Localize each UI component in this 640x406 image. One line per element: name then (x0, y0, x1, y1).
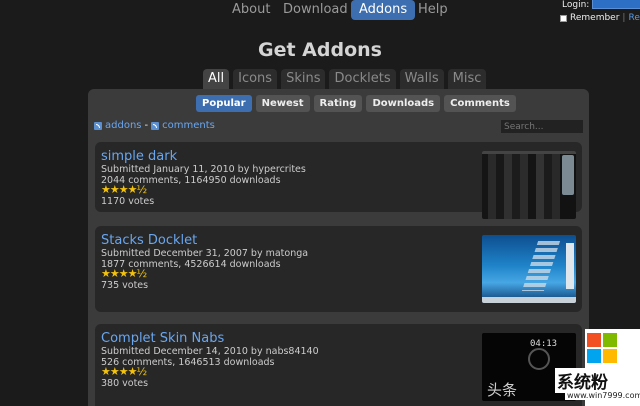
rating-stars: ★★★★½ (101, 267, 147, 280)
thumbnail-clock: 04:13 (530, 339, 558, 349)
addon-thumbnail[interactable] (482, 151, 576, 219)
thumbnail-dock (562, 155, 574, 195)
remember-row: Remember | Reg (560, 13, 640, 23)
addon-votes: 380 votes (101, 378, 149, 389)
addons-feed-link[interactable]: addons (105, 120, 142, 131)
thumbnail-sidebar (566, 243, 574, 289)
addon-title[interactable]: Complet Skin Nabs (101, 331, 224, 346)
addon-thumbnail[interactable] (482, 235, 576, 303)
thumbnail-ring (528, 348, 550, 370)
addon-votes: 735 votes (101, 280, 149, 291)
feed-separator: - (144, 120, 149, 131)
addon-card: Complet Skin Nabs Submitted December 14,… (95, 324, 582, 406)
nav-download[interactable]: Download (283, 0, 348, 20)
addon-title[interactable]: Stacks Docklet (101, 233, 197, 248)
thumbnail-taskbar (482, 297, 576, 303)
addon-title[interactable]: simple dark (101, 149, 177, 164)
thumbnail-stack-icons (521, 241, 561, 291)
sort-downloads[interactable]: Downloads (366, 95, 441, 112)
sort-newest[interactable]: Newest (255, 95, 310, 112)
rating-stars: ★★★★½ (101, 365, 147, 378)
rating-stars: ★★★★½ (101, 183, 147, 196)
nav-about[interactable]: About (232, 0, 270, 20)
register-link[interactable]: Reg (628, 13, 640, 23)
login-label: Login: (562, 0, 590, 10)
rss-icon (151, 121, 160, 130)
watermark-url: www.win7999.com (565, 391, 640, 400)
thumbnail-menubar (482, 151, 576, 154)
top-navigation: About Download Addons Help (0, 0, 640, 24)
sort-comments[interactable]: Comments (444, 95, 516, 112)
windows-logo-icon (587, 333, 618, 364)
sort-popular[interactable]: Popular (196, 95, 252, 112)
watermark-text: 系统粉 (555, 368, 610, 393)
tab-skins[interactable]: Skins (281, 69, 326, 89)
category-tabs: All Icons Skins Docklets Walls Misc (203, 69, 487, 89)
login-separator: | (622, 13, 626, 23)
feed-links: addons - comments (94, 120, 215, 131)
tab-misc[interactable]: Misc (447, 69, 487, 89)
rss-icon (94, 121, 102, 130)
search-input[interactable] (501, 120, 583, 133)
addon-card: simple dark Submitted January 11, 2010 b… (95, 142, 582, 219)
tab-walls[interactable]: Walls (399, 69, 444, 89)
remember-checkbox[interactable] (560, 14, 567, 22)
nav-addons[interactable]: Addons (351, 0, 416, 20)
tab-docklets[interactable]: Docklets (329, 69, 396, 89)
addon-votes: 1170 votes (101, 196, 155, 207)
nav-help[interactable]: Help (418, 0, 448, 20)
remember-label: Remember (570, 13, 620, 23)
comments-feed-link[interactable]: comments (162, 120, 215, 131)
addon-card: Stacks Docklet Submitted December 31, 20… (95, 226, 582, 312)
login-username-input[interactable] (592, 0, 640, 9)
thumbnail-caption: 头条 (487, 381, 518, 399)
page-title: Get Addons (258, 39, 382, 61)
sort-rating[interactable]: Rating (313, 95, 363, 112)
tab-icons[interactable]: Icons (233, 69, 278, 89)
tab-all[interactable]: All (203, 69, 230, 89)
sort-tabs: Popular Newest Rating Downloads Comments (196, 95, 516, 112)
